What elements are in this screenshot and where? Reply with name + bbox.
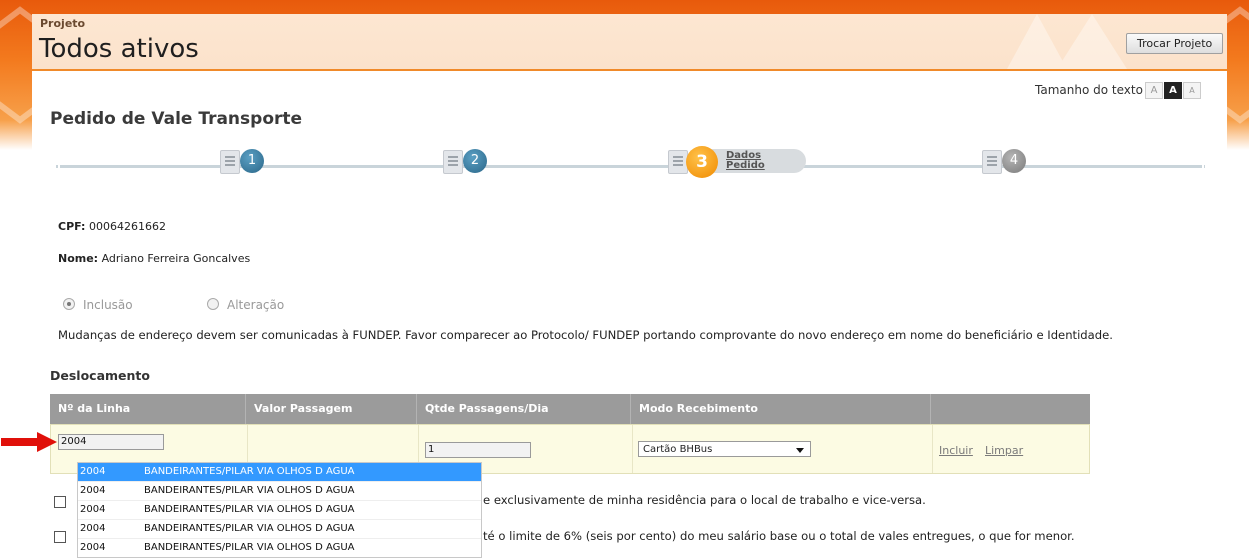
switch-project-button[interactable]: Trocar Projeto: [1126, 33, 1224, 54]
radio-inclusion-label: Inclusão: [83, 298, 133, 312]
include-link[interactable]: Incluir: [939, 444, 973, 457]
red-arrow-icon: [1, 432, 57, 452]
autocomplete-item[interactable]: 2004 BANDEIRANTES/PILAR VIA OLHOS D AGUA: [78, 482, 481, 501]
wizard-track-end: [1160, 165, 1205, 168]
column-divider: [932, 425, 933, 473]
document-icon: [668, 150, 688, 174]
radio-button-selected-icon: [63, 298, 75, 310]
text-size-label: Tamanho do texto: [1035, 83, 1143, 97]
autocomplete-item-code: 2004: [80, 542, 106, 553]
name-label: Nome:: [58, 252, 99, 265]
cpf-label: CPF:: [58, 220, 86, 233]
autocomplete-item-name: BANDEIRANTES/PILAR VIA OLHOS D AGUA: [144, 542, 355, 553]
document-icon: [982, 150, 1002, 174]
col-actions: [931, 394, 1090, 424]
text-size-small-button[interactable]: A: [1145, 82, 1163, 99]
declaration-checkbox-2[interactable]: [54, 531, 66, 543]
declaration-text-2: té o limite de 6% (seis por cento) do me…: [483, 529, 1075, 543]
clear-link[interactable]: Limpar: [985, 444, 1023, 457]
column-divider: [632, 425, 633, 473]
autocomplete-item-name: BANDEIRANTES/PILAR VIA OLHOS D AGUA: [144, 466, 355, 477]
autocomplete-item[interactable]: 2004 BANDEIRANTES/PILAR VIA OLHOS D AGUA: [78, 463, 481, 482]
text-size-large-button[interactable]: A: [1183, 82, 1201, 99]
col-receive-mode: Modo Recebimento: [631, 394, 931, 424]
radio-inclusion[interactable]: Inclusão: [63, 298, 133, 312]
document-icon: [220, 150, 240, 174]
autocomplete-item-code: 2004: [80, 485, 106, 496]
name-value: Adriano Ferreira Goncalves: [101, 252, 251, 265]
trips-per-day-input[interactable]: 1: [425, 442, 531, 458]
wizard-step-2[interactable]: 2: [463, 149, 487, 173]
main-container: Projeto Todos ativos Trocar Projeto Tama…: [1, 14, 1227, 558]
project-title: Todos ativos: [39, 34, 199, 64]
displacement-table-header: Nº da Linha Valor Passagem Qtde Passagen…: [50, 394, 1090, 424]
displacement-title: Deslocamento: [50, 368, 150, 383]
project-header: Projeto Todos ativos Trocar Projeto: [32, 14, 1227, 71]
declaration-checkbox-1[interactable]: [54, 496, 66, 508]
wizard-step-3-label-line2: Pedido: [726, 160, 765, 171]
autocomplete-item-name: BANDEIRANTES/PILAR VIA OLHOS D AGUA: [144, 523, 355, 534]
declaration-text-1: e exclusivamente de minha residência par…: [483, 493, 926, 507]
cpf-field: CPF: 00064261662: [58, 220, 166, 233]
autocomplete-item[interactable]: 2004 BANDEIRANTES/PILAR VIA OLHOS D AGUA: [78, 520, 481, 539]
autocomplete-item-name: BANDEIRANTES/PILAR VIA OLHOS D AGUA: [144, 485, 355, 496]
page-title: Pedido de Vale Transporte: [50, 109, 303, 129]
autocomplete-item-code: 2004: [80, 504, 106, 515]
autocomplete-item[interactable]: 2004 BANDEIRANTES/PILAR VIA OLHOS D AGUA: [78, 501, 481, 520]
wizard-step-3[interactable]: 3: [686, 146, 718, 178]
receive-mode-select[interactable]: Cartão BHBus: [638, 441, 811, 457]
cpf-value: 00064261662: [88, 220, 166, 233]
radio-change-label: Alteração: [227, 298, 285, 312]
autocomplete-item-code: 2004: [80, 523, 106, 534]
logo-watermark-icon: [1007, 14, 1127, 69]
project-label: Projeto: [40, 17, 86, 30]
name-field: Nome: Adriano Ferreira Goncalves: [58, 252, 250, 265]
document-icon: [443, 150, 463, 174]
wizard-step-1[interactable]: 1: [240, 149, 264, 173]
receive-mode-value: Cartão BHBus: [643, 444, 713, 455]
line-autocomplete-list: 2004 BANDEIRANTES/PILAR VIA OLHOS D AGUA…: [77, 462, 482, 558]
radio-change[interactable]: Alteração: [207, 298, 284, 312]
col-fare-value: Valor Passagem: [246, 394, 417, 424]
radio-button-icon: [207, 298, 219, 310]
chevron-down-icon: [796, 448, 804, 453]
address-change-notice: Mudanças de endereço devem ser comunicad…: [58, 328, 1113, 342]
wizard-step-4[interactable]: 4: [1002, 149, 1026, 173]
autocomplete-item[interactable]: 2004 BANDEIRANTES/PILAR VIA OLHOS D AGUA: [78, 539, 481, 557]
line-number-input[interactable]: 2004: [58, 434, 164, 450]
wizard-step-3-label[interactable]: Dados Pedido: [726, 151, 765, 171]
col-line-number: Nº da Linha: [50, 394, 246, 424]
autocomplete-item-code: 2004: [80, 466, 106, 477]
col-trips-per-day: Qtde Passagens/Dia: [417, 394, 631, 424]
text-size-medium-button[interactable]: A: [1164, 82, 1182, 99]
autocomplete-item-name: BANDEIRANTES/PILAR VIA OLHOS D AGUA: [144, 504, 355, 515]
